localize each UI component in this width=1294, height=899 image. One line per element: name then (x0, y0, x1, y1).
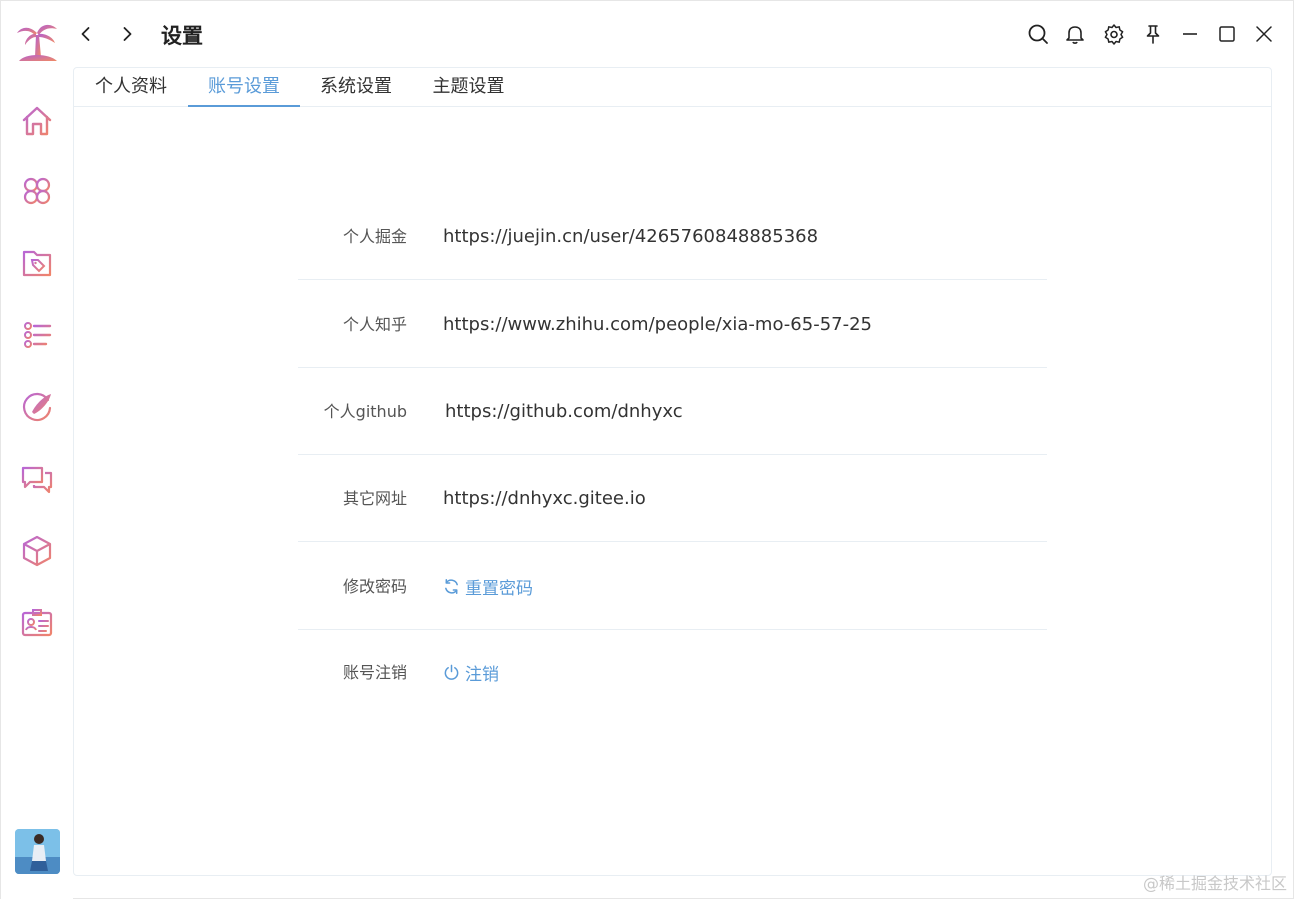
sidebar (1, 1, 73, 899)
sidebar-item-home[interactable] (19, 103, 55, 139)
contact-card-icon (21, 609, 53, 637)
search-button[interactable] (1025, 21, 1051, 47)
row-label: 账号注销 (342, 663, 407, 682)
sidebar-item-folder[interactable] (19, 245, 55, 281)
settings-panel: 个人资料 账号设置 系统设置 主题设置 个人掘金 https://juejin.… (73, 67, 1272, 876)
sidebar-item-contacts[interactable] (19, 605, 55, 641)
apps-icon (23, 177, 51, 205)
other-site-url: https://dnhyxc.gitee.io (443, 488, 646, 509)
refresh-icon (445, 578, 458, 595)
github-row: 个人github https://github.com/dnhyxc (298, 368, 1047, 455)
tab-system[interactable]: 系统设置 (300, 68, 412, 107)
app-window: 设置 个人资料 账号设置 系统设置 主题设置 个人掘金 https://juej… (0, 0, 1294, 899)
avatar-photo (15, 829, 60, 874)
active-tab-indicator (188, 105, 300, 107)
password-row: 修改密码 重置密码 (298, 543, 1047, 630)
row-label: 其它网址 (342, 489, 407, 508)
minimize-button[interactable] (1177, 21, 1203, 47)
zhihu-row: 个人知乎 https://www.zhihu.com/people/xia-mo… (298, 281, 1047, 368)
close-button[interactable] (1251, 21, 1277, 47)
chevron-right-icon (123, 27, 132, 41)
sidebar-item-list[interactable] (19, 317, 55, 353)
title-bar: 设置 (73, 1, 1294, 67)
pin-button[interactable] (1140, 21, 1166, 47)
juejin-url: https://juejin.cn/user/4265760848885368 (443, 226, 819, 247)
search-icon (1028, 24, 1048, 44)
maximize-icon (1219, 26, 1235, 42)
back-button[interactable] (73, 21, 99, 47)
cube-icon (22, 535, 52, 567)
list-settings-icon (24, 322, 52, 348)
zhihu-url: https://www.zhihu.com/people/xia-mo-65-5… (443, 314, 872, 335)
row-label: 修改密码 (342, 577, 407, 596)
tab-theme[interactable]: 主题设置 (412, 68, 525, 107)
pin-icon (1146, 25, 1160, 44)
sidebar-item-apps[interactable] (19, 173, 55, 209)
juejin-row: 个人掘金 https://juejin.cn/user/426576084888… (298, 193, 1047, 280)
notifications-button[interactable] (1062, 21, 1088, 47)
user-avatar[interactable] (15, 829, 60, 874)
close-icon (1256, 26, 1272, 42)
deactivate-label: 注销 (465, 665, 499, 685)
power-icon (444, 664, 459, 680)
sidebar-item-chat[interactable] (19, 461, 55, 497)
sidebar-item-brush[interactable] (19, 389, 55, 425)
watermark: @稀土掘金技术社区 (1142, 874, 1287, 893)
minimize-icon (1183, 33, 1197, 35)
row-label: 个人掘金 (342, 227, 407, 246)
github-url: https://github.com/dnhyxc (445, 401, 683, 422)
row-label: 个人github (323, 402, 407, 421)
home-icon (22, 106, 52, 136)
deactivate-button[interactable]: 注销 (443, 629, 499, 716)
chat-icon (21, 466, 53, 494)
tab-account[interactable]: 账号设置 (188, 68, 300, 107)
reset-password-button[interactable]: 重置密码 (443, 543, 533, 630)
maximize-button[interactable] (1214, 21, 1240, 47)
palm-logo-icon (17, 24, 57, 61)
brush-icon (22, 392, 52, 422)
row-label: 个人知乎 (342, 315, 407, 334)
chevron-left-icon (81, 27, 90, 41)
sidebar-item-cube[interactable] (19, 533, 55, 569)
other-site-row: 其它网址 https://dnhyxc.gitee.io (298, 455, 1047, 542)
gear-icon (1104, 24, 1124, 45)
settings-tabs: 个人资料 账号设置 系统设置 主题设置 (74, 68, 1271, 107)
settings-button[interactable] (1101, 21, 1127, 47)
forward-button[interactable] (114, 21, 140, 47)
deactivate-row: 账号注销 注销 (298, 629, 1047, 716)
bell-icon (1066, 26, 1084, 44)
tab-profile[interactable]: 个人资料 (74, 68, 188, 107)
page-title: 设置 (161, 24, 203, 48)
reset-password-label: 重置密码 (465, 579, 533, 599)
folder-tag-icon (22, 250, 52, 277)
